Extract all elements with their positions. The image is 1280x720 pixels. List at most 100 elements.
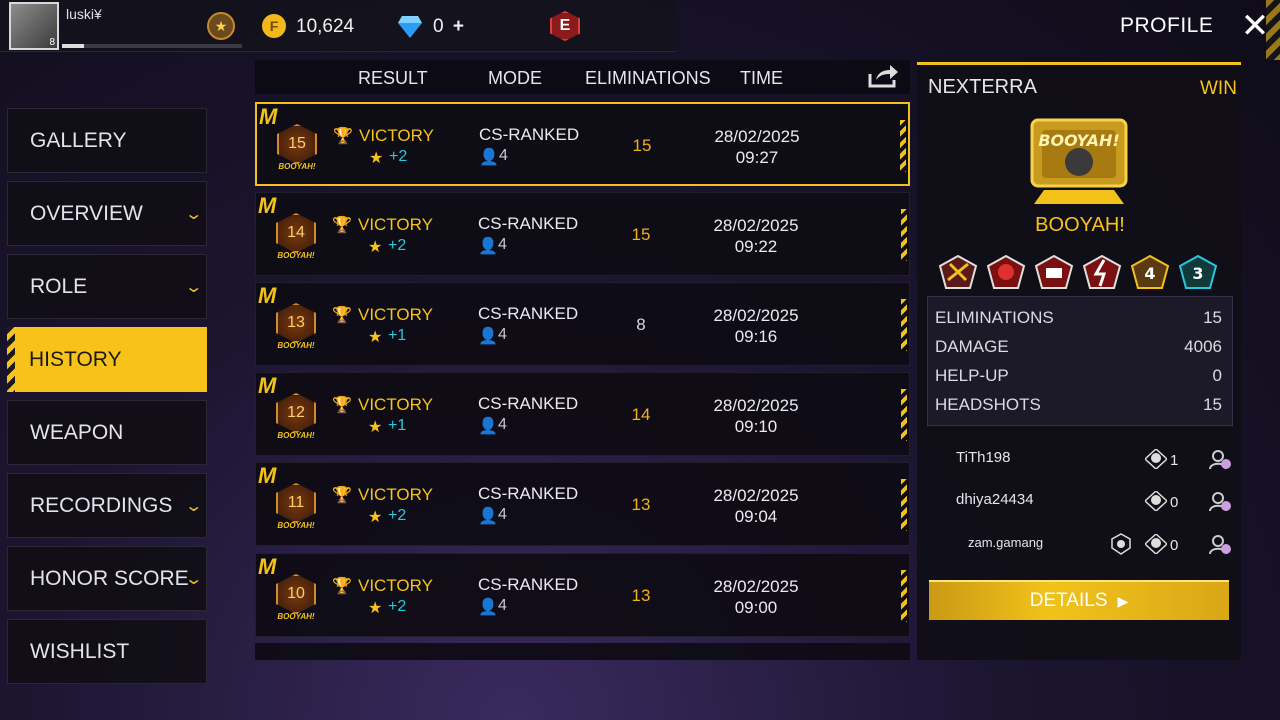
booyah-art-text: BOOYAH! (1038, 131, 1119, 150)
mode-label: CS-RANKED (478, 575, 579, 594)
award-icon-3 (1034, 254, 1074, 289)
sidebar-item-role[interactable]: ROLE ⌄ (7, 254, 207, 319)
play-arrow-icon: ▶ (1117, 592, 1129, 609)
table-row[interactable]: M 10 BOOYAH! 🏆 VICTORY ★ +2 CS-RANKED 👤 4 13 28/02/… (255, 553, 910, 637)
sidebar-item-honor-score[interactable]: HONOR SCORE ⌄ (7, 546, 207, 611)
row-stripe (901, 209, 907, 261)
add-friend-icon[interactable] (1208, 534, 1232, 556)
eliminations-value: 14 (631, 405, 651, 424)
star-gain: +2 (388, 237, 407, 254)
col-time: TIME (740, 68, 783, 88)
star-gain: +2 (388, 507, 407, 524)
booyah-trophy-icon: BOOYAH! (1030, 118, 1128, 204)
add-friend-icon[interactable] (1208, 491, 1232, 513)
rank-medal-icon: 11 BOOYAH! (268, 481, 324, 533)
star-gain: +2 (389, 148, 408, 165)
table-row[interactable]: M 11 BOOYAH! 🏆 VICTORY ★ +2 CS-RANKED 👤 4 13 28/02/… (255, 462, 910, 546)
teammate-name[interactable]: zam.gamang (968, 535, 1043, 550)
match-date: 28/02/2025 (713, 486, 799, 505)
teammate-name[interactable]: TiTh198 (956, 449, 1010, 466)
close-icon[interactable]: ✕ (1230, 6, 1280, 46)
sidebar-item-label: OVERVIEW (30, 201, 143, 225)
match-time: 28/02/2025 09:10 (696, 395, 816, 437)
page-title: PROFILE (1120, 14, 1214, 37)
level-badge: 8 (49, 37, 55, 48)
rank-number: 15 (277, 124, 317, 164)
star-icon: ★ (368, 600, 383, 617)
award-icon-2 (986, 254, 1026, 289)
eliminations-value: 8 (636, 315, 646, 334)
col-result: RESULT (358, 68, 428, 88)
chevron-down-icon: ⌄ (183, 279, 203, 296)
trophy-icon: 🏆 (332, 307, 352, 324)
diamond-amount: 0 + (433, 16, 464, 38)
trophy-icon: 🏆 (332, 217, 352, 234)
award-icon-6: 3 (1178, 254, 1218, 289)
sidebar-item-label: WEAPON (30, 420, 124, 444)
result-label: VICTORY (358, 485, 433, 504)
shield-icon (1111, 533, 1131, 555)
table-row[interactable]: M 13 BOOYAH! 🏆 VICTORY ★ +1 CS-RANKED 👤 4 8 28/02/2… (255, 282, 910, 366)
sidebar-item-label: HISTORY (29, 347, 122, 371)
table-row[interactable]: M 14 BOOYAH! 🏆 VICTORY ★ +2 CS-RANKED 👤 4 15 28/02/… (255, 192, 910, 276)
stat-label: HEADSHOTS (935, 395, 1041, 414)
table-header (255, 60, 910, 94)
col-eliminations: ELIMINATIONS (585, 68, 711, 88)
booyah-medal-text: BOOYAH! (277, 251, 315, 260)
match-date: 28/02/2025 (713, 216, 799, 235)
person-icon: 👤 (478, 238, 498, 255)
star-icon: ★ (369, 150, 384, 167)
award-number-6: 3 (1192, 264, 1203, 283)
add-diamond-button[interactable]: + (453, 16, 464, 37)
share-icon[interactable] (866, 62, 900, 90)
gold-amount: 10,624 (296, 16, 355, 37)
star-icon: ★ (368, 419, 383, 436)
award-number-5: 4 (1144, 264, 1155, 283)
rank-number: 11 (276, 483, 316, 523)
stat-value: 15 (1203, 395, 1222, 414)
match-clock: 09:16 (734, 327, 778, 346)
rank-medal-icon: 15 BOOYAH! (269, 122, 325, 174)
details-button[interactable]: DETAILS ▶ (929, 580, 1229, 620)
active-stripe (7, 327, 15, 392)
table-row[interactable]: M 15 BOOYAH! 🏆 VICTORY ★ +2 CS-RANKED 👤 4 15 28/02/… (255, 102, 910, 186)
avatar[interactable]: 8 (9, 2, 59, 50)
match-time: 28/02/2025 09:04 (696, 485, 816, 527)
result-label: VICTORY (358, 576, 433, 595)
row-stripe (901, 389, 907, 441)
sidebar-item-recordings[interactable]: RECORDINGS ⌄ (7, 473, 207, 538)
booyah-medal-text: BOOYAH! (277, 341, 315, 350)
sidebar-item-wishlist[interactable]: WISHLIST (7, 619, 207, 684)
award-icon-4 (1082, 254, 1122, 289)
sidebar-item-history[interactable]: HISTORY (7, 327, 207, 392)
sidebar-item-weapon[interactable]: WEAPON (7, 400, 207, 465)
squad-size: 4 (498, 236, 507, 253)
teammate-name[interactable]: dhiya24434 (956, 491, 1034, 508)
trophy-icon: 🏆 (332, 397, 352, 414)
table-row[interactable]: M 12 BOOYAH! 🏆 VICTORY ★ +1 CS-RANKED 👤 4 14 28/02/… (255, 372, 910, 456)
stat-value: 4006 (1184, 337, 1222, 356)
match-date: 28/02/2025 (713, 306, 799, 325)
booyah-medal-text: BOOYAH! (277, 521, 315, 530)
squad-size: 4 (498, 597, 507, 614)
squad-size: 4 (498, 416, 507, 433)
table-row[interactable] (255, 643, 910, 660)
trophy-icon: 🏆 (333, 128, 353, 145)
match-clock: 09:22 (734, 237, 778, 256)
diamond-icon (398, 16, 422, 38)
col-mode: MODE (488, 68, 542, 88)
result-label: VICTORY (358, 305, 433, 324)
rank-icon[interactable]: ★ (207, 12, 235, 40)
skull-icon (1145, 491, 1167, 511)
diamond-count: 0 (433, 16, 444, 37)
match-outcome: WIN (1200, 78, 1237, 99)
match-date: 28/02/2025 (713, 396, 799, 415)
booyah-medal-text: BOOYAH! (278, 162, 316, 171)
star-gain: +1 (388, 327, 407, 344)
sidebar-item-gallery[interactable]: GALLERY (7, 108, 207, 173)
sidebar-item-overview[interactable]: OVERVIEW ⌄ (7, 181, 207, 246)
star-icon: ★ (368, 329, 383, 346)
add-friend-icon[interactable] (1208, 449, 1232, 471)
sidebar-item-label: WISHLIST (30, 639, 130, 663)
chevron-down-icon: ⌄ (183, 206, 203, 223)
